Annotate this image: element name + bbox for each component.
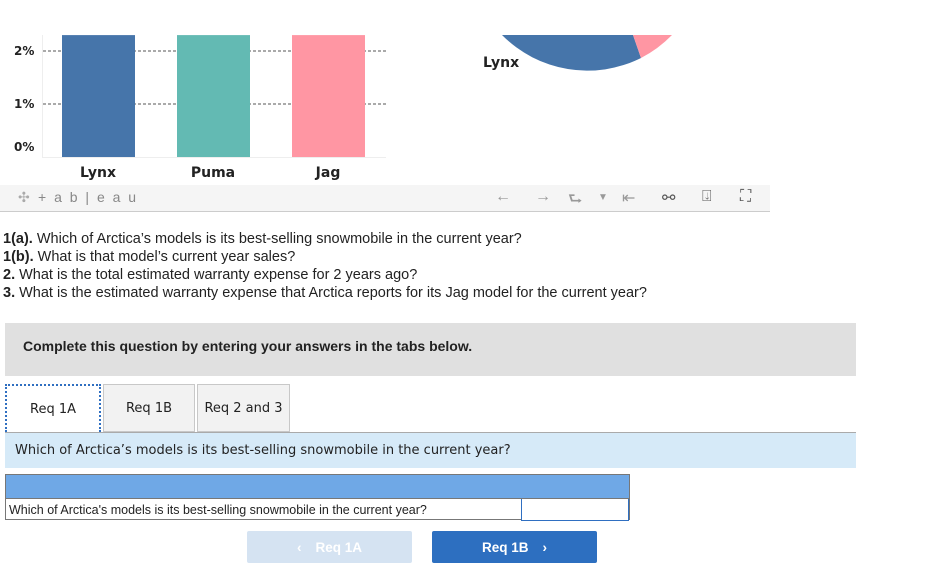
- undo-icon[interactable]: ←: [495, 188, 511, 206]
- tab-req-1b[interactable]: Req 1B: [103, 384, 195, 432]
- tab-req-2-and-3[interactable]: Req 2 and 3: [197, 384, 290, 432]
- tableau-toolbar: ✣ + a b | e a u ← → ⮑ ▼ ⇤ ⚯ ⍗ ⛶: [0, 185, 770, 212]
- bar-plot: [43, 35, 386, 157]
- answer-table: Which of Arctica's models is its best-se…: [5, 474, 630, 521]
- bar-puma: [177, 35, 250, 157]
- answer-input[interactable]: [521, 499, 629, 521]
- question-2: 2. What is the total estimated warranty …: [3, 267, 418, 283]
- bar-lynx: [62, 35, 135, 157]
- download-icon[interactable]: ⍗: [702, 188, 712, 206]
- question-banner: Which of Arctica’s models is its best-se…: [5, 432, 856, 468]
- y-tick-label: 1%: [14, 97, 35, 111]
- revert-icon[interactable]: ⇤: [622, 188, 635, 208]
- share-icon[interactable]: ⚯: [662, 188, 675, 208]
- prev-button[interactable]: ‹ Req 1A: [247, 531, 412, 563]
- x-tick-label: Puma: [190, 165, 236, 181]
- pie-slice-lynx: [502, 35, 641, 71]
- x-tick-label: Jag: [315, 165, 341, 181]
- chevron-right-icon: ›: [542, 539, 548, 555]
- x-tick-label: Lynx: [79, 165, 117, 181]
- tab-req-1a[interactable]: Req 1A: [5, 384, 101, 432]
- instruction-box: Complete this question by entering your …: [5, 323, 856, 376]
- tableau-logo: + a b | e a u: [38, 189, 139, 205]
- replay-icon[interactable]: ⮑: [568, 188, 582, 215]
- instruction-text: Complete this question by entering your …: [23, 338, 473, 354]
- bar-jag: [292, 35, 365, 157]
- redo-icon[interactable]: →: [535, 188, 551, 206]
- next-label: Req 1B: [481, 539, 529, 555]
- chevron-left-icon: ‹: [296, 539, 302, 555]
- question-banner-text: Which of Arctica’s models is its best-se…: [15, 443, 511, 458]
- dropdown-icon[interactable]: ▼: [598, 192, 608, 203]
- row-label: Which of Arctica's models is its best-se…: [9, 503, 427, 517]
- y-tick-label: 2%: [14, 44, 35, 58]
- next-button[interactable]: Req 1B ›: [432, 531, 597, 563]
- table-header: [6, 475, 629, 499]
- pie-label: Lynx: [483, 55, 520, 71]
- question-3: 3. What is the estimated warranty expens…: [3, 285, 647, 301]
- question-1a: 1(a). Which of Arctica’s models is its b…: [3, 231, 522, 247]
- fullscreen-icon[interactable]: ⛶: [740, 188, 751, 206]
- question-1b: 1(b). What is that model’s current year …: [3, 249, 296, 265]
- table-row: Which of Arctica's models is its best-se…: [6, 499, 629, 521]
- prev-label: Req 1A: [315, 539, 362, 555]
- y-tick-label: 0%: [14, 140, 35, 154]
- tableau-logo-icon: ✣: [18, 189, 30, 205]
